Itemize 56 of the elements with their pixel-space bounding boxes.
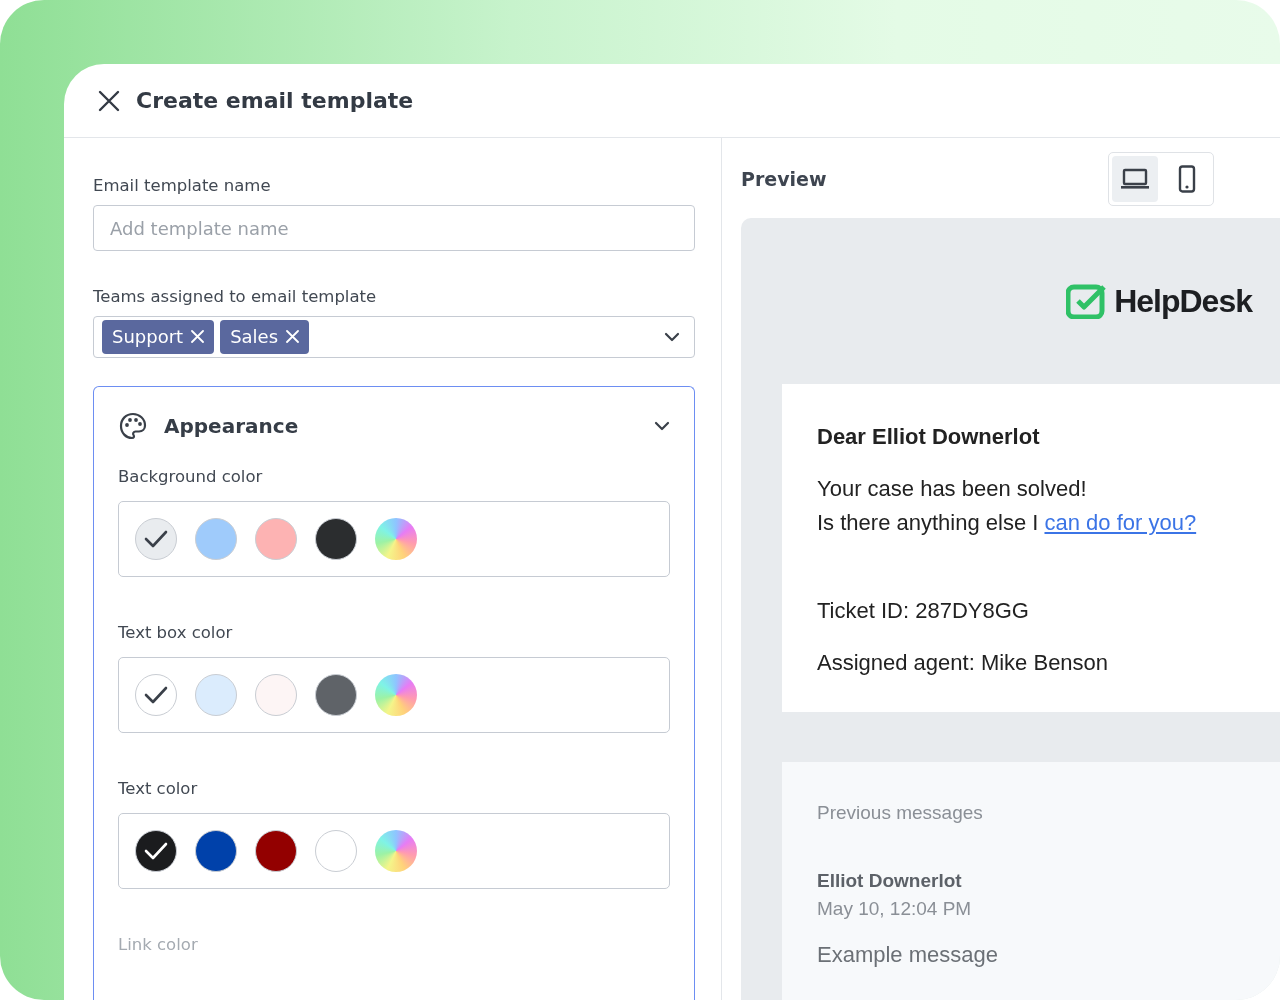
section-title: Appearance: [164, 414, 300, 438]
greeting: Dear Elliot Downerlot: [817, 424, 1041, 450]
ticket-id: Ticket ID: 287DY8GG: [817, 598, 1030, 624]
color-swatch[interactable]: [195, 518, 237, 560]
tag-label: Sales: [230, 326, 279, 348]
message-time: May 10, 12:04 PM: [817, 898, 973, 920]
close-icon: [286, 330, 300, 344]
laptop-icon: [1120, 168, 1150, 190]
color-swatch[interactable]: [255, 674, 297, 716]
palette-icon: [118, 411, 148, 441]
teams-select[interactable]: Support Sales: [93, 315, 695, 358]
remove-tag-button[interactable]: [286, 330, 300, 344]
color-swatch[interactable]: [315, 518, 357, 560]
field-label: Background color: [118, 467, 264, 486]
dialog-title: Create email template: [136, 88, 414, 113]
field-label: Text box color: [118, 623, 234, 642]
email-text: Is there anything else I: [817, 510, 1039, 535]
color-picker-swatch[interactable]: [375, 674, 417, 716]
close-icon: [191, 330, 205, 344]
tag-label: Support: [112, 326, 184, 348]
message-author: Elliot Downerlot: [817, 870, 963, 892]
device-button[interactable]: [1112, 156, 1158, 202]
phone-icon: [1178, 165, 1196, 193]
preview-title: Preview: [741, 168, 827, 190]
check-icon: [143, 529, 169, 549]
color-swatch[interactable]: [315, 674, 357, 716]
input-field[interactable]: Add template name: [93, 205, 695, 252]
color-swatch[interactable]: [135, 518, 177, 560]
field-label: Email template name: [93, 176, 272, 195]
color-swatch[interactable]: [135, 674, 177, 716]
color-swatch[interactable]: [255, 830, 297, 872]
color-swatch[interactable]: [255, 518, 297, 560]
color-swatch[interactable]: [195, 830, 237, 872]
logo-icon: [1066, 283, 1109, 319]
close-button[interactable]: [98, 89, 120, 112]
check-icon: [143, 685, 169, 705]
message-text: Example message: [817, 942, 999, 968]
email-link[interactable]: can do for you?: [1044, 510, 1197, 535]
chevron-down-icon: [654, 421, 670, 431]
close-icon: [98, 89, 120, 112]
color-picker-swatch[interactable]: [375, 830, 417, 872]
logo-text: HelpDesk: [1114, 282, 1252, 320]
email-text: Your case has been solved!: [817, 475, 1088, 503]
color-swatch[interactable]: [135, 830, 177, 872]
color-swatch[interactable]: [195, 674, 237, 716]
chevron-down-icon: [664, 331, 680, 342]
field-label: Text color: [118, 779, 199, 798]
section-title: Previous messages: [817, 802, 984, 824]
remove-tag-button[interactable]: [191, 330, 205, 344]
collapse-button[interactable]: [654, 421, 670, 431]
field-label: Link color: [118, 935, 199, 954]
assigned-agent: Assigned agent: Mike Benson: [817, 649, 1110, 677]
field-label: Teams assigned to email template: [93, 286, 378, 306]
check-icon: [143, 841, 169, 861]
color-swatch[interactable]: [315, 830, 357, 872]
color-picker-swatch[interactable]: [375, 518, 417, 560]
